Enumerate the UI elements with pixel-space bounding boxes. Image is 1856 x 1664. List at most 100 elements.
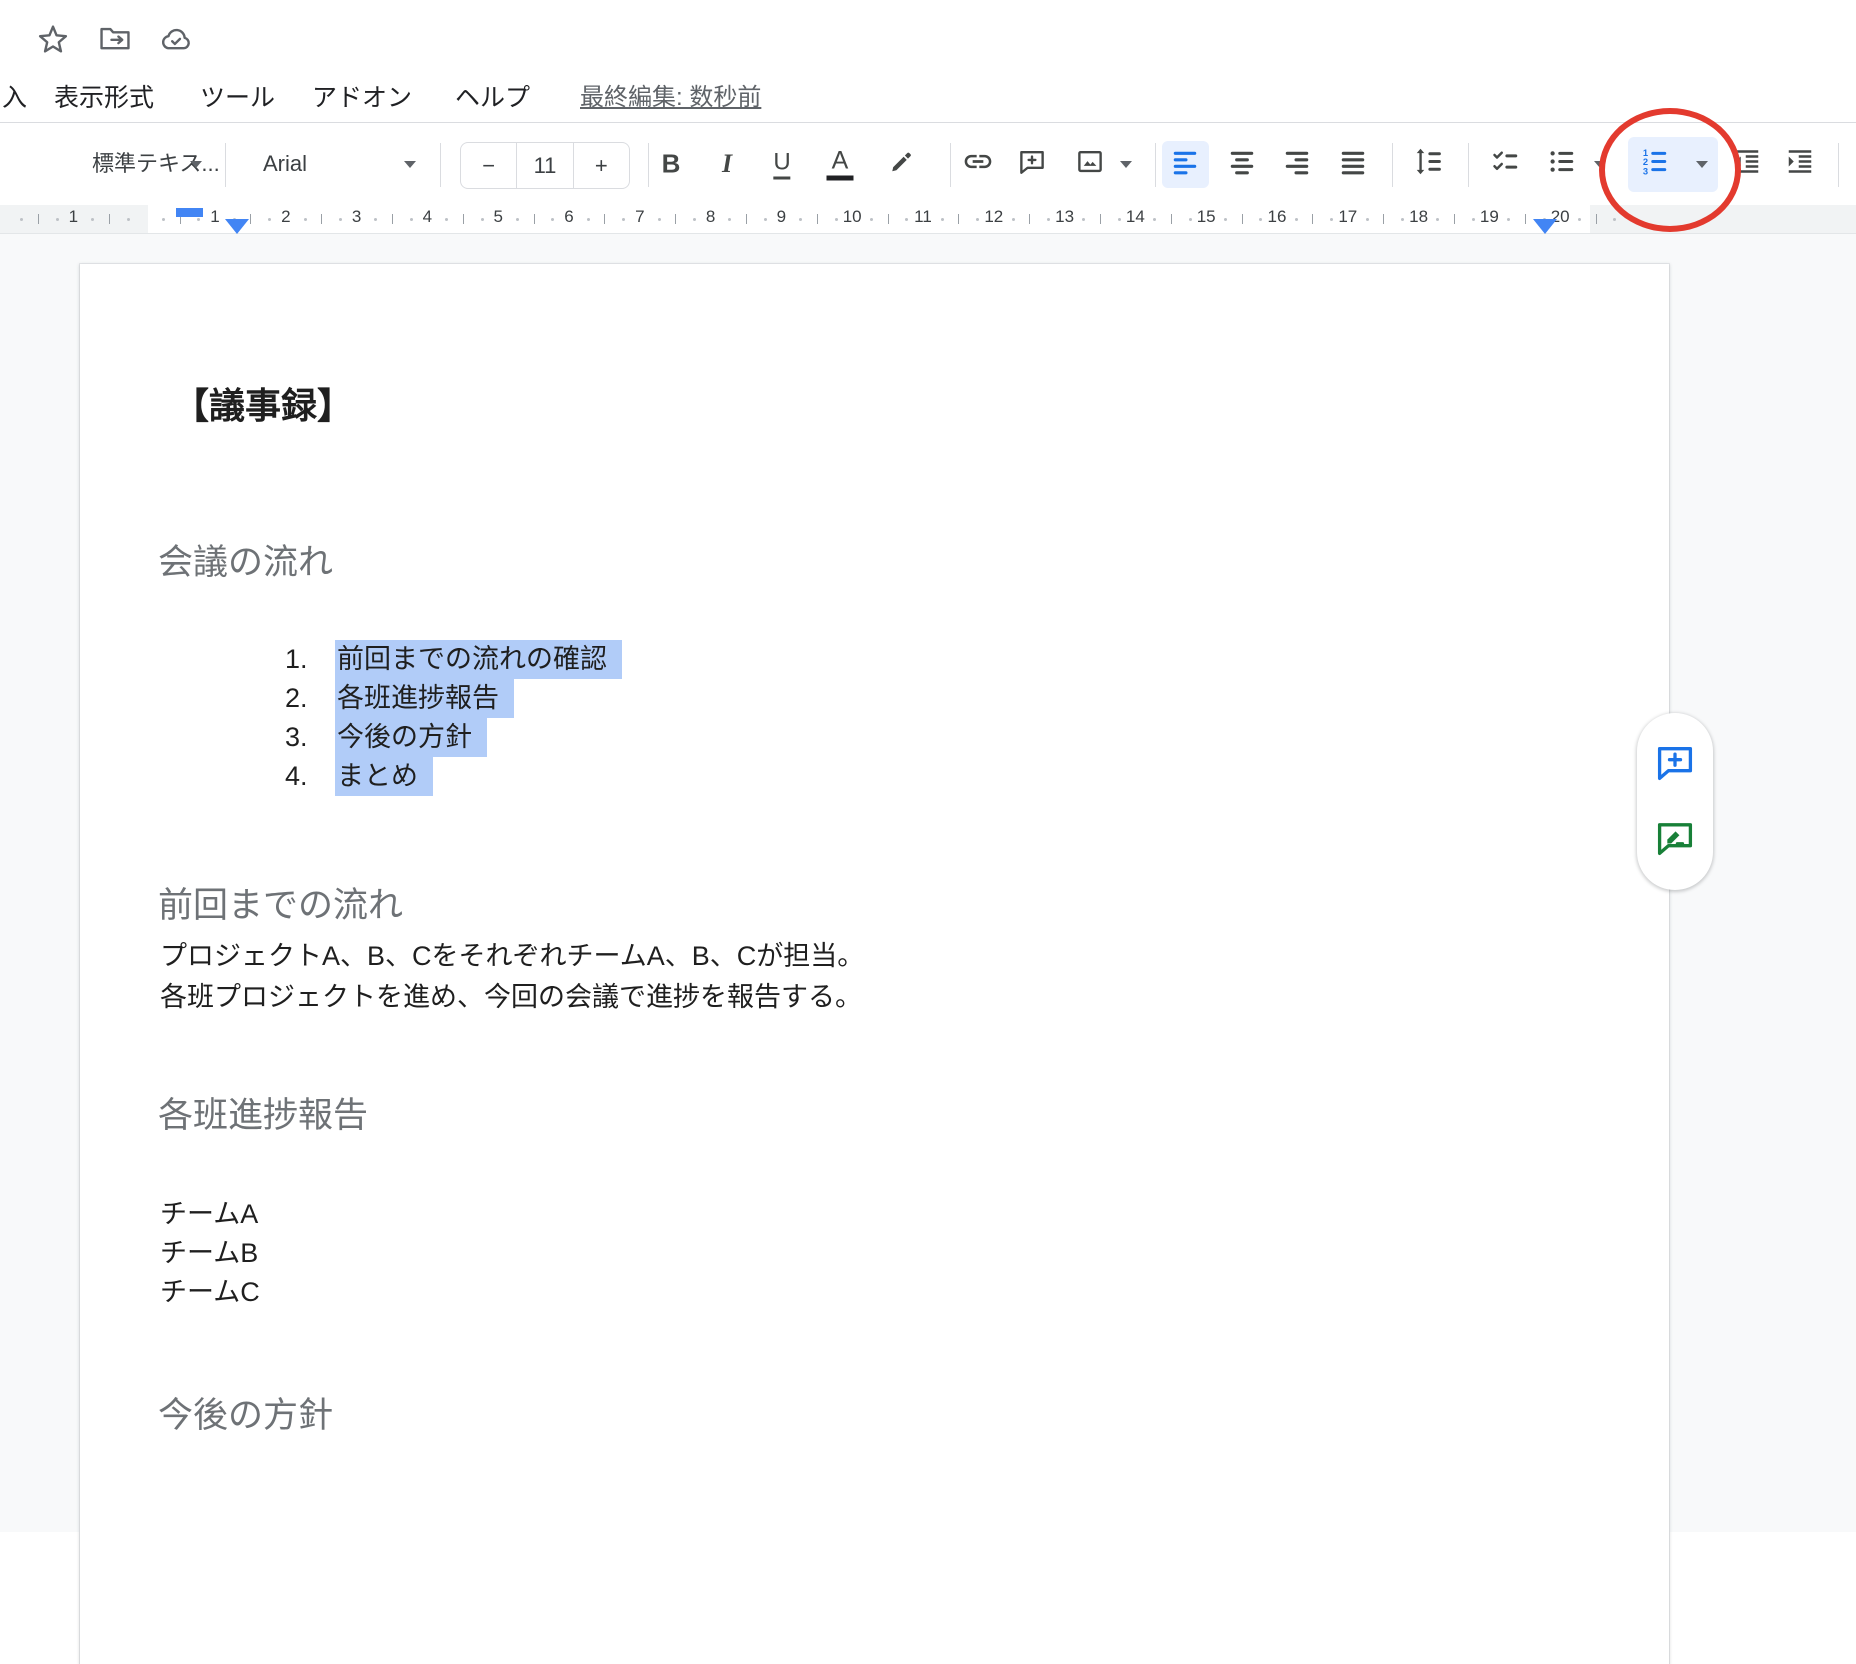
suggest-edits-button[interactable] bbox=[1653, 816, 1697, 865]
ruler-tick bbox=[445, 218, 448, 221]
numbered-list-caret-icon[interactable] bbox=[1696, 161, 1708, 168]
font-dropdown-caret-icon[interactable] bbox=[404, 161, 416, 168]
quick-action-bar bbox=[0, 0, 1856, 70]
ruler-tick bbox=[728, 218, 731, 221]
bold-button[interactable]: B bbox=[662, 149, 681, 180]
ruler-number: 1 bbox=[69, 207, 78, 227]
list-number: 4. bbox=[285, 757, 317, 796]
document-page[interactable]: 【議事録】 会議の流れ 1.前回までの流れの確認 2. 各班進捗報告 3.今後の方… bbox=[80, 264, 1669, 1664]
ruler-tick bbox=[534, 214, 535, 224]
ruler-number: 9 bbox=[777, 207, 786, 227]
team-line[interactable]: チームC bbox=[160, 1272, 260, 1313]
checklist-button[interactable] bbox=[1491, 147, 1521, 182]
selected-text[interactable]: 各班進捗報告 bbox=[335, 679, 514, 718]
move-folder-icon[interactable] bbox=[98, 22, 132, 61]
ruler-number: 2 bbox=[281, 207, 290, 227]
bulleted-list-caret-icon[interactable] bbox=[1594, 161, 1606, 168]
ruler-tick bbox=[1472, 218, 1475, 221]
body-text-line[interactable]: プロジェクトA、B、CをそれぞれチームA、B、Cが担当。 bbox=[160, 936, 864, 977]
ruler-tick bbox=[1029, 214, 1030, 224]
selected-text[interactable]: 前回までの流れの確認 bbox=[335, 640, 622, 679]
ruler-number: 8 bbox=[706, 207, 715, 227]
heading-progress[interactable]: 各班進捗報告 bbox=[158, 1094, 368, 1138]
selected-text[interactable]: まとめ bbox=[335, 757, 433, 796]
selected-text[interactable]: 今後の方針 bbox=[335, 718, 487, 757]
star-icon[interactable] bbox=[36, 22, 70, 61]
text-color-button[interactable]: A bbox=[827, 148, 854, 181]
align-left-button[interactable] bbox=[1170, 147, 1200, 182]
ruler-tick bbox=[392, 214, 393, 224]
justify-button[interactable] bbox=[1338, 147, 1368, 182]
heading-previous[interactable]: 前回までの流れ bbox=[158, 884, 403, 928]
ruler-tick bbox=[551, 218, 554, 221]
cloud-saved-icon[interactable] bbox=[159, 22, 193, 61]
ruler-number: 13 bbox=[1055, 207, 1074, 227]
list-item[interactable]: 3.今後の方針 bbox=[285, 718, 487, 757]
font-dropdown[interactable]: Arial bbox=[263, 123, 307, 205]
font-size-input[interactable]: 11 bbox=[516, 143, 572, 188]
menu-tools[interactable]: ツール bbox=[200, 78, 275, 122]
italic-button[interactable]: I bbox=[722, 149, 732, 179]
add-comment-button[interactable] bbox=[1017, 147, 1047, 182]
ruler-tick bbox=[693, 218, 696, 221]
list-number: 2. bbox=[285, 679, 317, 718]
ruler-number: 5 bbox=[493, 207, 502, 227]
numbered-list-button[interactable]: 1 2 3 bbox=[1640, 147, 1670, 182]
ruler-number: 4 bbox=[423, 207, 432, 227]
underline-button[interactable]: U bbox=[773, 149, 790, 180]
decrease-font-button[interactable]: − bbox=[461, 143, 516, 188]
menu-addons[interactable]: アドオン bbox=[312, 78, 412, 122]
first-line-indent-marker[interactable] bbox=[176, 208, 203, 217]
increase-font-button[interactable]: + bbox=[573, 143, 629, 188]
ruler-tick bbox=[1224, 218, 1227, 221]
decrease-indent-button[interactable] bbox=[1732, 147, 1762, 182]
ruler-tick bbox=[1082, 218, 1085, 221]
list-item[interactable]: 1.前回までの流れの確認 bbox=[285, 640, 622, 679]
ruler-tick bbox=[1366, 218, 1369, 221]
text-color-letter: A bbox=[832, 148, 849, 174]
menu-help[interactable]: ヘルプ bbox=[455, 78, 530, 122]
body-text-line[interactable]: 各班プロジェクトを進め、今回の会議で進捗を報告する。 bbox=[160, 977, 862, 1018]
ruler[interactable]: 11234567891011121314151617181920 bbox=[0, 205, 1856, 234]
align-right-button[interactable] bbox=[1282, 147, 1312, 182]
ruler-tick bbox=[622, 218, 625, 221]
document-canvas: 【議事録】 会議の流れ 1.前回までの流れの確認 2. 各班進捗報告 3.今後の方… bbox=[0, 234, 1856, 1532]
right-indent-marker[interactable] bbox=[1533, 219, 1557, 234]
left-indent-marker[interactable] bbox=[225, 219, 249, 234]
ruler-number: 3 bbox=[352, 207, 361, 227]
highlight-color-button[interactable] bbox=[887, 147, 917, 182]
style-dropdown-caret-icon[interactable] bbox=[190, 161, 202, 168]
line-spacing-button[interactable] bbox=[1414, 147, 1444, 182]
toolbar-divider bbox=[225, 143, 226, 187]
ruler-tick bbox=[587, 218, 590, 221]
add-comment-floating-button[interactable] bbox=[1653, 741, 1697, 790]
menu-insert-partial[interactable]: 入 bbox=[2, 78, 27, 122]
ruler-tick bbox=[410, 218, 413, 221]
team-line[interactable]: チームB bbox=[160, 1233, 258, 1274]
list-item[interactable]: 4. まとめ bbox=[285, 757, 433, 796]
doc-title[interactable]: 【議事録】 bbox=[173, 383, 353, 429]
insert-link-button[interactable] bbox=[962, 146, 994, 183]
ruler-number: 14 bbox=[1126, 207, 1145, 227]
ruler-tick bbox=[658, 218, 661, 221]
ruler-tick bbox=[799, 218, 802, 221]
toolbar: 標準テキス... Arial − 11 + B I U A bbox=[0, 123, 1856, 205]
ruler-tick bbox=[127, 218, 130, 221]
ruler-tick bbox=[1578, 218, 1581, 221]
ruler-tick bbox=[746, 214, 747, 224]
ruler-number: 11 bbox=[914, 207, 932, 227]
heading-policy[interactable]: 今後の方針 bbox=[158, 1394, 333, 1438]
last-edit-link[interactable]: 最終編集: 数秒前 bbox=[580, 78, 761, 122]
increase-indent-button[interactable] bbox=[1785, 147, 1815, 182]
heading-agenda[interactable]: 会議の流れ bbox=[158, 541, 333, 585]
bulleted-list-button[interactable] bbox=[1547, 147, 1577, 182]
floating-action-capsule bbox=[1637, 713, 1713, 890]
align-center-button[interactable] bbox=[1227, 147, 1257, 182]
menu-format[interactable]: 表示形式 bbox=[54, 78, 154, 122]
list-item[interactable]: 2. 各班進捗報告 bbox=[285, 679, 514, 718]
ruler-tick bbox=[1596, 214, 1597, 224]
team-line[interactable]: チームA bbox=[160, 1194, 258, 1235]
ruler-tick bbox=[817, 214, 818, 224]
insert-image-caret-icon[interactable] bbox=[1120, 161, 1132, 168]
insert-image-button[interactable] bbox=[1075, 147, 1105, 182]
